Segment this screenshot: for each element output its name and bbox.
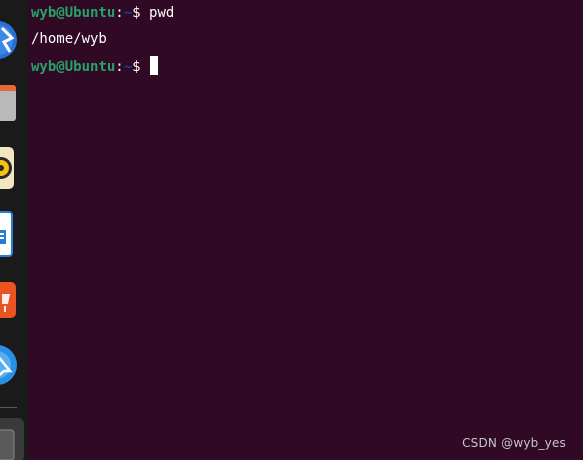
terminal-icon[interactable] — [0, 418, 26, 460]
prompt-separator: : — [115, 59, 124, 75]
screen: wyb@Ubuntu:~$ pwd /home/wyb wyb@Ubuntu:~… — [0, 0, 583, 460]
prompt-symbol: $ — [132, 5, 150, 21]
prompt-path: ~ — [123, 59, 133, 75]
software-icon[interactable] — [0, 280, 18, 322]
music-icon[interactable] — [0, 145, 16, 191]
terminal-output: /home/wyb — [31, 31, 107, 47]
prompt-path: ~ — [123, 5, 133, 21]
text-cursor — [150, 56, 159, 75]
prompt-separator: : — [115, 5, 124, 21]
dock — [0, 0, 28, 460]
files-icon[interactable] — [0, 83, 18, 125]
dock-separator — [0, 407, 17, 408]
help-icon[interactable] — [0, 343, 18, 389]
document-icon[interactable] — [0, 210, 14, 258]
terminal-line: wyb@Ubuntu:~$ — [31, 56, 159, 76]
prompt-user: wyb@Ubuntu — [31, 59, 116, 75]
browser-icon[interactable] — [0, 18, 18, 62]
command-text: pwd — [149, 5, 175, 21]
prompt-user: wyb@Ubuntu — [31, 5, 116, 21]
prompt-symbol: $ — [132, 59, 150, 75]
watermark: CSDN @wyb_yes — [462, 436, 566, 450]
terminal-window[interactable]: wyb@Ubuntu:~$ pwd /home/wyb wyb@Ubuntu:~… — [28, 0, 583, 460]
terminal-line: wyb@Ubuntu:~$ pwd — [31, 4, 174, 22]
